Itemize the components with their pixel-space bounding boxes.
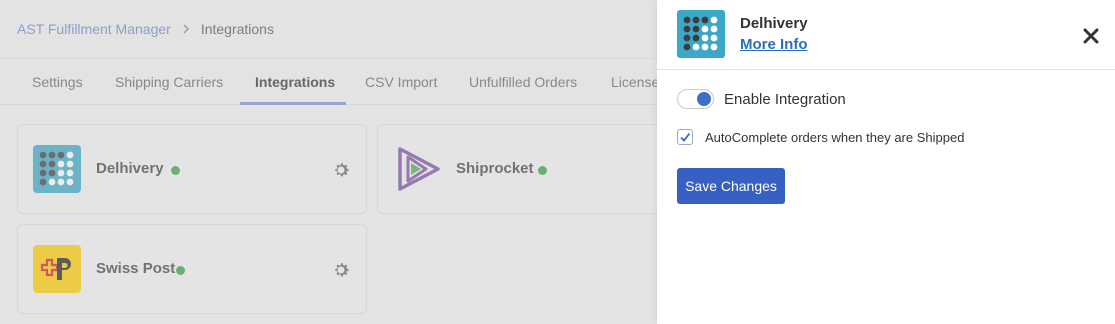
enable-integration-toggle[interactable]: [677, 89, 714, 109]
autocomplete-checkbox[interactable]: [677, 129, 693, 145]
checkbox-label: AutoComplete orders when they are Shippe…: [705, 129, 965, 145]
more-info-link[interactable]: More Info: [740, 36, 808, 53]
panel-header: Delhivery More Info: [657, 0, 1115, 70]
close-icon[interactable]: [1081, 26, 1101, 46]
save-changes-button[interactable]: Save Changes: [677, 168, 785, 204]
delhivery-logo-icon: [677, 10, 725, 58]
toggle-knob: [697, 92, 711, 106]
toggle-label: Enable Integration: [724, 90, 846, 108]
integration-settings-panel: Delhivery More Info Enable Integration A…: [657, 0, 1115, 324]
modal-backdrop[interactable]: [0, 0, 657, 324]
autocomplete-row: AutoComplete orders when they are Shippe…: [677, 129, 964, 145]
enable-integration-row: Enable Integration: [677, 89, 846, 109]
panel-title: Delhivery: [740, 15, 808, 32]
